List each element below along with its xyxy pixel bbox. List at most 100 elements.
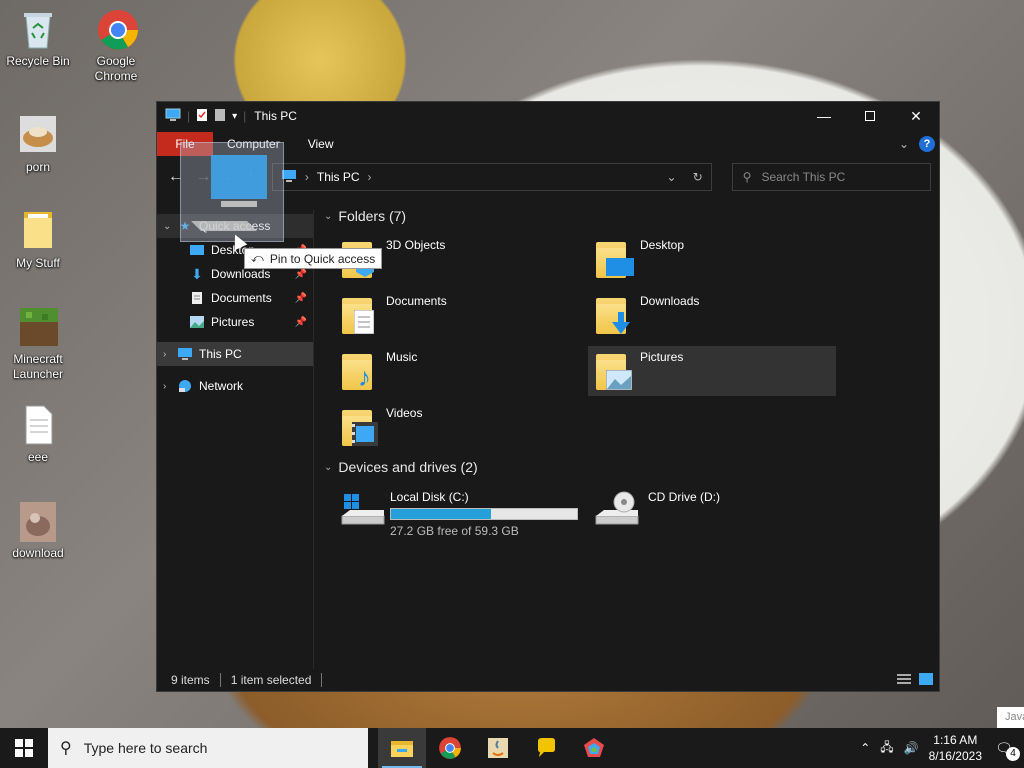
drive-free-space: 27.2 GB free of 59.3 GB [390,524,519,538]
quick-access-toolbar: | ▾ | [165,108,246,125]
desktop-icon-porn[interactable]: porn [0,114,76,175]
volume-icon[interactable]: 🔊 [904,741,919,755]
desktop-icon-minecraft-launcher[interactable]: Minecraft Launcher [0,306,76,382]
folder-downloads[interactable]: Downloads [588,290,836,340]
drag-ghost-this-pc [180,142,284,242]
maximize-icon [865,111,875,121]
folder-pictures[interactable]: Pictures [588,346,836,396]
customize-toolbar-chevron-icon[interactable]: ▾ [232,111,237,122]
network-tray-icon[interactable]: 🖧 [880,738,893,759]
minecraft-icon [18,306,58,348]
desktop-icon-recycle-bin[interactable]: Recycle Bin [0,8,76,69]
taskbar-app-speech[interactable] [522,728,570,768]
close-button[interactable]: ✕ [893,102,939,130]
search-input[interactable]: Search This PC [761,170,845,184]
expand-ribbon-chevron-icon[interactable]: ⌄ [899,137,909,151]
chrome-icon [96,8,138,50]
folder-desktop[interactable]: Desktop [588,234,836,284]
drive-cd-d[interactable]: CD Drive (D:) [588,486,836,546]
chrome-icon [439,737,461,759]
this-pc-icon [177,347,193,361]
nav-label: Network [199,379,244,393]
status-bar: 9 items 1 item selected [157,669,939,691]
nav-network[interactable]: › Network [157,374,313,398]
drive-local-disk-c[interactable]: Local Disk (C:) 27.2 GB free of 59.3 GB [334,486,582,546]
java-notification-peek[interactable]: Java [997,707,1024,729]
chevron-down-icon[interactable]: ⌄ [324,462,332,473]
minimize-button[interactable]: — [801,102,847,130]
taskbar-app-colorful[interactable] [570,728,618,768]
refresh-icon[interactable]: ↻ [693,170,703,184]
address-history-chevron-icon[interactable]: ⌄ [667,170,677,184]
desktop-icon-label: porn [25,160,51,174]
system-tray: ⌃ 🖧 🔊 1:16 AM 8/16/2023 🗨 4 [860,732,1024,764]
image-file-icon [18,114,58,156]
chevron-down-icon[interactable]: ⌄ [324,211,332,222]
folder-music[interactable]: ♪ Music [334,346,582,396]
folder-name: 3D Objects [386,238,446,252]
window-title: This PC [254,109,297,123]
breadcrumb-this-pc[interactable]: This PC [317,170,360,184]
chevron-right-icon[interactable]: › [163,349,177,360]
help-icon[interactable]: ? [919,136,935,152]
desktop-icon-eee[interactable]: eee [0,404,76,465]
search-box[interactable]: ⚲ Search This PC [731,163,932,191]
search-icon: ⚲ [742,170,752,184]
desktop-icon-label: download [12,546,64,560]
tab-view[interactable]: View [294,132,348,156]
maximize-button[interactable] [847,102,893,130]
this-pc-icon [165,108,181,125]
folder-name: Pictures [640,350,684,364]
pin-icon: 📌 [294,316,307,328]
folder-documents[interactable]: Documents [334,290,582,340]
details-view-icon[interactable] [897,673,911,688]
network-icon [177,379,193,393]
clock[interactable]: 1:16 AM 8/16/2023 [929,732,982,764]
new-folder-icon[interactable] [214,108,226,125]
taskbar-app-chrome[interactable] [426,728,474,768]
breadcrumb-separator[interactable]: › [305,170,309,184]
nav-label: This PC [199,347,242,361]
title-bar[interactable]: | ▾ | This PC — ✕ [157,102,939,130]
start-button[interactable] [0,728,48,768]
folder-videos[interactable]: Videos [334,402,582,452]
desktop-icon-label: My Stuff [16,256,60,270]
breadcrumb-separator[interactable]: › [368,170,372,184]
hard-drive-icon [340,490,386,532]
nav-label: Pictures [211,315,255,329]
desktop-folder-icon [594,238,636,280]
desktop-icon-google-chrome[interactable]: Google Chrome [78,8,154,84]
nav-this-pc[interactable]: › This PC [157,342,313,366]
address-bar[interactable]: › This PC › ⌄ ↻ [271,163,712,191]
pentagon-app-icon [584,738,604,757]
tooltip-text: Pin to Quick access [269,251,376,266]
pin-icon: 📌 [294,268,307,280]
large-icons-view-icon[interactable] [919,672,933,688]
nav-documents[interactable]: Documents 📌 [157,286,313,310]
content-pane: ⌄ Folders (7) 3D Objects Desktop Documen… [314,208,939,669]
item-count: 9 items [171,673,210,687]
taskbar-app-file-explorer[interactable] [378,728,426,768]
taskbar-search[interactable]: ⚲ Type here to search [48,728,368,768]
taskbar-app-java[interactable] [474,728,522,768]
close-icon: ✕ [910,107,922,124]
folder-name: Videos [386,406,423,420]
text-file-icon [18,404,58,446]
taskbar: ⚲ Type here to search ⌃ 🖧 🔊 1:16 AM 8/16… [0,728,1024,768]
nav-pictures[interactable]: Pictures 📌 [157,310,313,334]
taskbar-search-input[interactable]: Type here to search [84,740,208,756]
link-icon: ⤺ [251,251,264,265]
desktop-icon-download[interactable]: download [0,500,76,561]
group-header-devices[interactable]: ⌄ Devices and drives (2) [324,459,478,475]
show-hidden-icons-chevron-icon[interactable]: ⌃ [860,741,870,755]
taskbar-app-task-view[interactable] [368,728,378,768]
clock-time: 1:16 AM [933,733,978,747]
group-header-folders[interactable]: ⌄ Folders (7) [324,208,406,224]
properties-icon[interactable] [196,108,208,125]
chevron-right-icon[interactable]: › [163,381,177,392]
notification-count-badge: 4 [1006,746,1020,761]
folder-icon [18,210,58,252]
action-center-button[interactable]: 🗨 4 [992,740,1020,761]
desktop-icon-my-stuff[interactable]: My Stuff [0,210,76,271]
chevron-down-icon[interactable]: ⌄ [163,221,177,232]
